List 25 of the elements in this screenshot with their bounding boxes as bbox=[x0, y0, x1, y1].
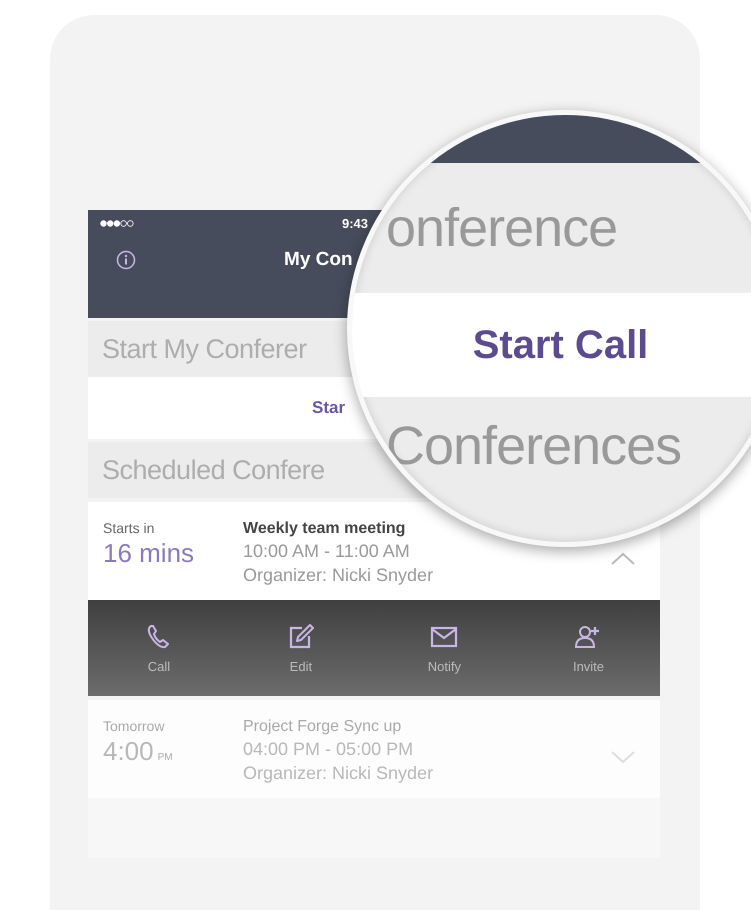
signal-icon bbox=[100, 220, 134, 227]
action-button[interactable]: Edit bbox=[276, 618, 326, 678]
action-button[interactable]: Notify bbox=[418, 618, 472, 678]
chevron-down-icon[interactable] bbox=[610, 750, 636, 764]
meeting-when: Starts in bbox=[103, 520, 156, 536]
start-call-link[interactable]: Star bbox=[312, 398, 346, 418]
meeting-hours: 04:00 PM - 05:00 PM bbox=[243, 739, 414, 760]
meeting-title: Weekly team meeting bbox=[243, 520, 406, 538]
start-call-link[interactable]: Start Call bbox=[472, 322, 648, 368]
action-button[interactable]: Call bbox=[134, 618, 184, 678]
meeting-row[interactable]: Tomorrow 4:00 PM Project Forge Sync up 04:00 PM - 05:00 PM Organizer: Nicki Snyder bbox=[88, 700, 660, 798]
meeting-title: Project Forge Sync up bbox=[243, 718, 402, 736]
status-time: 9:43 bbox=[342, 216, 368, 231]
chevron-up-icon[interactable] bbox=[610, 552, 636, 566]
meeting-organizer: Organizer: Nicki Snyder bbox=[243, 565, 434, 586]
meeting-hours: 10:00 AM - 11:00 AM bbox=[243, 541, 411, 562]
meeting-when: Tomorrow bbox=[103, 718, 166, 734]
meeting-organizer: Organizer: Nicki Snyder bbox=[243, 763, 434, 784]
time-period: PM bbox=[158, 752, 173, 763]
screen-title: My Con bbox=[284, 249, 353, 271]
action-button[interactable]: Invite bbox=[562, 618, 614, 678]
section-header: onference bbox=[386, 197, 618, 259]
meeting-countdown: 4:00 bbox=[103, 736, 154, 767]
info-icon[interactable] bbox=[116, 250, 136, 270]
meeting-countdown: 16 mins bbox=[103, 538, 194, 569]
